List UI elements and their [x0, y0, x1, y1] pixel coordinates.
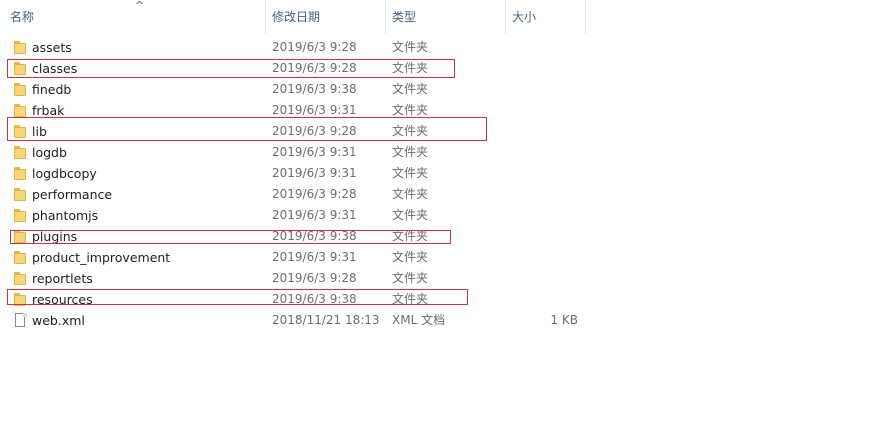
file-name: phantomjs — [32, 208, 99, 223]
file-name: lib — [32, 124, 47, 139]
folder-icon — [13, 82, 27, 97]
folder-icon — [13, 166, 27, 181]
file-name: reportlets — [32, 271, 93, 286]
file-name: plugins — [32, 229, 78, 244]
column-header-type[interactable]: 类型 — [386, 0, 506, 34]
folder-icon — [13, 208, 27, 223]
file-name: assets — [32, 40, 72, 55]
table-row[interactable]: web.xml 2018/11/21 18:13 XML 文档 1 KB — [0, 310, 600, 331]
file-type: 文件夹 — [392, 229, 429, 243]
table-row[interactable]: logdb 2019/6/3 9:31 文件夹 — [0, 142, 600, 163]
file-name: frbak — [32, 103, 65, 118]
table-row[interactable]: reportlets 2019/6/3 9:28 文件夹 — [0, 268, 600, 289]
folder-icon — [13, 40, 27, 55]
table-row[interactable]: resources 2019/6/3 9:38 文件夹 — [0, 289, 600, 310]
column-header-date[interactable]: 修改日期 — [266, 0, 386, 34]
table-row[interactable]: finedb 2019/6/3 9:38 文件夹 — [0, 79, 600, 100]
file-type: XML 文档 — [392, 313, 446, 327]
folder-icon — [13, 124, 27, 139]
modified-date: 2019/6/3 9:31 — [272, 250, 357, 264]
file-name: finedb — [32, 82, 72, 97]
table-row[interactable]: product_improvement 2019/6/3 9:31 文件夹 — [0, 247, 600, 268]
sort-ascending-icon: ^ — [135, 0, 145, 12]
table-row[interactable]: assets 2019/6/3 9:28 文件夹 — [0, 37, 600, 58]
xml-file-icon — [13, 313, 27, 328]
folder-icon — [13, 145, 27, 160]
file-type: 文件夹 — [392, 187, 429, 201]
file-type: 文件夹 — [392, 271, 429, 285]
file-type: 文件夹 — [392, 124, 429, 138]
column-header-type-label: 类型 — [392, 10, 417, 24]
modified-date: 2019/6/3 9:28 — [272, 271, 357, 285]
modified-date: 2019/6/3 9:28 — [272, 124, 357, 138]
folder-icon — [13, 103, 27, 118]
folder-icon — [13, 61, 27, 76]
modified-date: 2019/6/3 9:28 — [272, 187, 357, 201]
modified-date: 2019/6/3 9:31 — [272, 145, 357, 159]
table-row[interactable]: frbak 2019/6/3 9:31 文件夹 — [0, 100, 600, 121]
file-explorer: 名称 ^ 修改日期 类型 大小 assets 2019/6/3 9:28 文件夹 cl… — [0, 0, 876, 435]
modified-date: 2019/6/3 9:38 — [272, 229, 357, 243]
modified-date: 2019/6/3 9:31 — [272, 208, 357, 222]
file-type: 文件夹 — [392, 208, 429, 222]
modified-date: 2018/11/21 18:13 — [272, 313, 380, 327]
column-header-size-label: 大小 — [512, 10, 537, 24]
file-type: 文件夹 — [392, 292, 429, 306]
file-type: 文件夹 — [392, 40, 429, 54]
file-name: logdb — [32, 145, 67, 160]
file-type: 文件夹 — [392, 82, 429, 96]
column-header-bar: 名称 ^ 修改日期 类型 大小 — [0, 0, 586, 34]
table-row[interactable]: plugins 2019/6/3 9:38 文件夹 — [0, 226, 600, 247]
modified-date: 2019/6/3 9:31 — [272, 103, 357, 117]
modified-date: 2019/6/3 9:38 — [272, 82, 357, 96]
file-type: 文件夹 — [392, 166, 429, 180]
column-header-name[interactable]: 名称 ^ — [4, 0, 266, 34]
file-type: 文件夹 — [392, 250, 429, 264]
modified-date: 2019/6/3 9:31 — [272, 166, 357, 180]
file-name: product_improvement — [32, 250, 171, 265]
file-type: 文件夹 — [392, 145, 429, 159]
file-size: 1 KB — [550, 313, 578, 327]
file-name: logdbcopy — [32, 166, 97, 181]
table-row[interactable]: performance 2019/6/3 9:28 文件夹 — [0, 184, 600, 205]
file-name: performance — [32, 187, 113, 202]
modified-date: 2019/6/3 9:28 — [272, 40, 357, 54]
column-header-name-label: 名称 — [10, 10, 35, 24]
column-header-date-label: 修改日期 — [272, 10, 321, 24]
table-row[interactable]: phantomjs 2019/6/3 9:31 文件夹 — [0, 205, 600, 226]
modified-date: 2019/6/3 9:38 — [272, 292, 357, 306]
modified-date: 2019/6/3 9:28 — [272, 61, 357, 75]
file-type: 文件夹 — [392, 61, 429, 75]
file-name: classes — [32, 61, 78, 76]
table-row[interactable]: logdbcopy 2019/6/3 9:31 文件夹 — [0, 163, 600, 184]
file-name: resources — [32, 292, 93, 307]
table-row[interactable]: lib 2019/6/3 9:28 文件夹 — [0, 121, 600, 142]
folder-icon — [13, 250, 27, 265]
file-name: web.xml — [32, 313, 85, 328]
file-list: assets 2019/6/3 9:28 文件夹 classes 2019/6/3 9:… — [0, 37, 600, 331]
file-type: 文件夹 — [392, 103, 429, 117]
folder-icon — [13, 187, 27, 202]
column-header-size[interactable]: 大小 — [506, 0, 586, 34]
folder-icon — [13, 271, 27, 286]
folder-icon — [13, 292, 27, 307]
folder-icon — [13, 229, 27, 244]
table-row[interactable]: classes 2019/6/3 9:28 文件夹 — [0, 58, 600, 79]
